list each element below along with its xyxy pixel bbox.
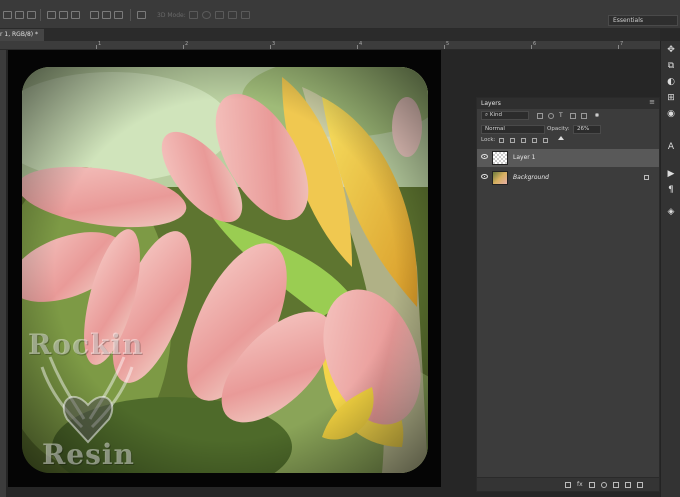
watermark-text-rockin: Rockin <box>28 328 144 361</box>
ruler-tick <box>531 45 532 49</box>
ruler-number: 5 <box>446 41 450 47</box>
layer-thumbnail <box>492 171 508 185</box>
ruler-tick <box>444 45 445 49</box>
layers-panel-footer: fx <box>477 477 659 491</box>
horizontal-ruler: 1 2 3 4 5 6 7 <box>0 41 660 50</box>
3d-roll-icon[interactable] <box>202 11 211 19</box>
document-tab[interactable]: r 1, RGB/8) * <box>0 29 45 41</box>
3d-mode-label: 3D Mode: <box>157 12 186 19</box>
ruler-number: 2 <box>185 41 189 47</box>
lock-image-icon[interactable] <box>510 138 515 143</box>
filter-shape-icon[interactable] <box>570 113 576 119</box>
3d-slide-icon[interactable] <box>228 11 237 19</box>
opacity-input[interactable]: 26% <box>573 125 601 134</box>
filter-pixel-icon[interactable] <box>537 113 543 119</box>
distribute-left-icon[interactable] <box>90 11 99 19</box>
layer-lock-icon <box>644 175 649 180</box>
ruler-number: 4 <box>359 41 363 47</box>
align-vcenter-icon[interactable] <box>15 11 24 19</box>
layers-panel-title[interactable]: Layers <box>481 99 501 108</box>
lock-artboard-icon[interactable] <box>532 138 537 143</box>
lock-label: Lock: <box>481 137 496 143</box>
add-mask-icon[interactable] <box>589 482 595 488</box>
filter-kind-select[interactable]: ⌕ Kind <box>481 111 529 120</box>
align-top-icon[interactable] <box>3 11 12 19</box>
layer-row[interactable]: Layer 1 <box>477 149 659 167</box>
paragraph-icon[interactable]: ¶ <box>666 185 676 195</box>
layer-thumbnail <box>492 151 508 165</box>
separator <box>40 9 41 21</box>
filter-type-icon[interactable]: T <box>559 113 565 119</box>
ruler-number: 6 <box>533 41 537 47</box>
blend-mode-select[interactable]: Normal <box>481 125 545 134</box>
filter-adjustment-icon[interactable] <box>548 113 554 119</box>
filter-smart-object-icon[interactable] <box>581 113 587 119</box>
distribute-right-icon[interactable] <box>114 11 123 19</box>
layer-row[interactable]: Background <box>477 169 659 187</box>
new-group-icon[interactable] <box>613 482 619 488</box>
layer-name: Layer 1 <box>513 154 536 161</box>
layers-panel: Layers ≡ ⌕ Kind T Normal Opacity: 26% Lo… <box>476 97 660 492</box>
adjust-icon[interactable]: ⊞ <box>666 93 676 103</box>
move-icon[interactable]: ✥ <box>666 45 676 55</box>
type-icon[interactable]: A <box>666 142 676 152</box>
lock-transparent-icon[interactable] <box>499 138 504 143</box>
history-icon[interactable]: ⧉ <box>666 61 676 71</box>
layers-icon[interactable]: ◈ <box>666 207 676 217</box>
opacity-slider-thumb[interactable] <box>558 136 565 140</box>
panel-menu-icon[interactable]: ≡ <box>649 98 655 106</box>
options-bar: 3D Mode: Essentials <box>0 0 680 29</box>
delete-layer-icon[interactable] <box>637 482 643 488</box>
visibility-eye-icon[interactable] <box>481 154 488 159</box>
flower-image <box>22 67 428 473</box>
flower-photo <box>22 67 428 473</box>
watermark-text-resin: Resin <box>42 438 135 471</box>
ruler-tick <box>183 45 184 49</box>
workspace-select[interactable]: Essentials <box>608 15 678 26</box>
play-icon[interactable]: ▶ <box>666 169 676 179</box>
distribute-top-icon[interactable] <box>47 11 56 19</box>
3d-scale-icon[interactable] <box>241 11 250 19</box>
info-icon[interactable]: ◐ <box>666 77 676 87</box>
ruler-number: 3 <box>272 41 276 47</box>
opacity-label: Opacity: <box>547 126 570 132</box>
ruler-tick <box>270 45 271 49</box>
visibility-eye-icon[interactable] <box>481 174 488 179</box>
new-layer-icon[interactable] <box>625 482 631 488</box>
separator <box>130 9 131 21</box>
align-bottom-icon[interactable] <box>27 11 36 19</box>
document-tab-bar: r 1, RGB/8) * <box>0 29 660 41</box>
color-icon[interactable]: ◉ <box>666 109 676 119</box>
filter-kind-value: Kind <box>489 112 502 118</box>
auto-align-icon[interactable] <box>137 11 146 19</box>
ruler-tick <box>96 45 97 49</box>
3d-rotate-icon[interactable] <box>189 11 198 19</box>
distribute-vcenter-icon[interactable] <box>59 11 68 19</box>
3d-pan-icon[interactable] <box>215 11 224 19</box>
ruler-tick <box>357 45 358 49</box>
link-layers-icon[interactable] <box>565 482 571 488</box>
distribute-bottom-icon[interactable] <box>71 11 80 19</box>
ruler-number: 7 <box>620 41 624 47</box>
ruler-tick <box>618 45 619 49</box>
distribute-hcenter-icon[interactable] <box>102 11 111 19</box>
panel-dock-strip: ✥ ⧉ ◐ ⊞ ◉ A ▶ ¶ ◈ <box>660 41 680 497</box>
ruler-number: 1 <box>98 41 102 47</box>
filter-toggle-icon[interactable] <box>595 113 599 117</box>
lock-all-icon[interactable] <box>543 138 548 143</box>
lock-position-icon[interactable] <box>521 138 526 143</box>
layer-style-icon[interactable]: fx <box>577 482 583 488</box>
layer-name: Background <box>513 174 549 181</box>
new-adjustment-icon[interactable] <box>601 482 607 488</box>
layers-panel-header: Layers ≡ <box>477 98 659 109</box>
